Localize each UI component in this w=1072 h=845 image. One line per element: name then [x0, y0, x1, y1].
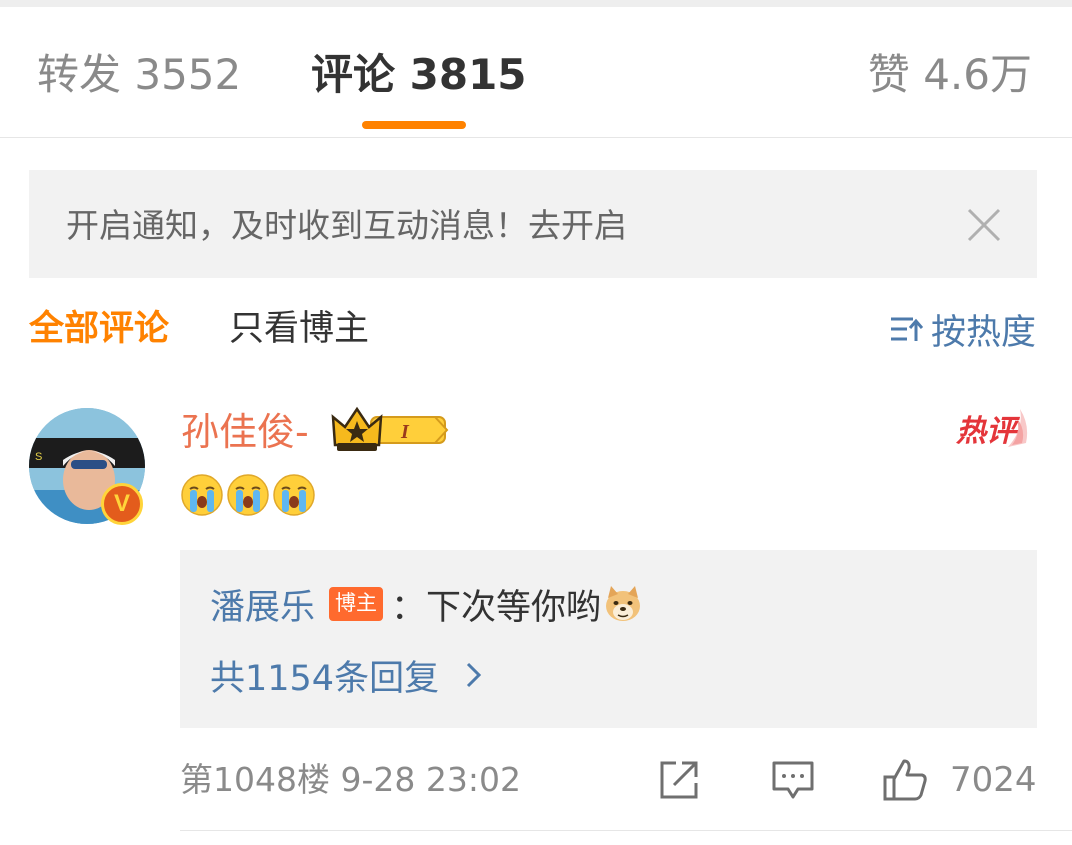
notification-text[interactable]: 开启通知，及时收到互动消息！去开启 [66, 206, 627, 246]
reply-count-text: 共1154条回复 [210, 658, 440, 699]
verified-badge: V [101, 483, 143, 525]
doge-emoji-icon [606, 586, 641, 621]
tab-like[interactable]: 赞 4.6万 [868, 51, 1032, 99]
hot-comment-label: 热评 [956, 414, 1016, 449]
author-tag-badge: 博主 [329, 587, 384, 621]
view-all-replies-link[interactable]: 共1154条回复 [210, 653, 483, 699]
reply-text: ：下次等你哟 [391, 587, 602, 628]
share-icon[interactable] [656, 757, 702, 803]
level-badge-text: I [400, 421, 410, 443]
chevron-right-icon [467, 662, 482, 688]
crown-level-badge-icon[interactable]: I [331, 405, 449, 455]
filter-owner-only[interactable]: 只看博主 [229, 308, 369, 350]
svg-text:S: S [35, 451, 42, 463]
tab-comment[interactable]: 评论 3815 [311, 51, 527, 99]
tab-repost[interactable]: 转发 3552 [37, 51, 241, 99]
sort-icon [890, 317, 923, 341]
crying-emoji-icon [273, 474, 315, 516]
hot-comment-badge: 热评 [950, 395, 1032, 455]
active-tab-indicator [362, 121, 466, 129]
reply-preview-box[interactable]: 潘展乐 博主 ：下次等你哟 共1154条回复 [180, 550, 1037, 728]
crying-emoji-icon [227, 474, 269, 516]
reply-item: 潘展乐 博主 ：下次等你哟 [210, 582, 643, 628]
thumbs-up-icon[interactable] [882, 757, 928, 803]
tab-bar: 转发 3552 评论 3815 赞 4.6万 [0, 7, 1072, 138]
sort-label: 按热度 [930, 312, 1036, 353]
top-strip [0, 0, 1072, 7]
comment-floor-and-time: 第1048楼 9-28 23:02 [180, 760, 521, 799]
comment-icon[interactable] [770, 757, 816, 803]
notification-banner[interactable]: 开启通知，及时收到互动消息！去开启 [29, 170, 1037, 278]
crying-emoji-icon [181, 474, 223, 516]
comment-username[interactable]: 孙佳俊- [181, 408, 309, 456]
comment-divider [180, 830, 1072, 831]
close-icon[interactable] [965, 206, 1003, 244]
filter-all-comments[interactable]: 全部评论 [29, 308, 169, 350]
reply-username[interactable]: 潘展乐 [210, 579, 315, 630]
like-count: 7024 [950, 760, 1037, 800]
comment-filter-bar: 全部评论 只看博主 按热度 [0, 300, 1072, 360]
sort-by-hot-button[interactable]: 按热度 [889, 308, 1036, 353]
comment-emoji-row [181, 474, 315, 516]
